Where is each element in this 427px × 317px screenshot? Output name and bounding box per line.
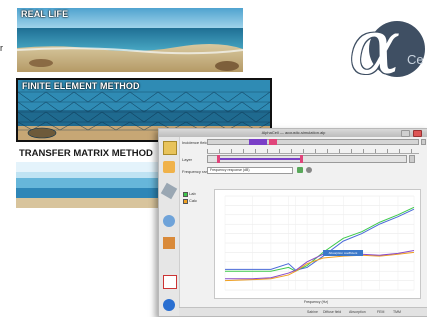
layer-marker-right[interactable] xyxy=(300,155,303,163)
incidence-label: Incidence field xyxy=(182,140,208,145)
legend-label-calc: Calc xyxy=(189,198,198,203)
tmm-panel: TRANSFER MATRIX METHOD xyxy=(16,148,166,208)
layer-highlight[interactable] xyxy=(220,158,300,160)
incidence-dropdown-arrow[interactable] xyxy=(421,139,426,145)
calendar-icon[interactable] xyxy=(163,275,177,289)
window-titlebar[interactable]: AlphaCell — acoustic-simulation.alp xyxy=(159,129,427,137)
window-title: AlphaCell — acoustic-simulation.alp xyxy=(261,130,326,135)
absorption-chart[interactable]: Absorption coefficient xyxy=(214,189,421,299)
box-icon[interactable] xyxy=(163,237,175,249)
export-icon[interactable] xyxy=(297,167,303,173)
minimize-button[interactable] xyxy=(401,130,410,137)
layer-label: Layer xyxy=(182,157,193,162)
series-line-3 xyxy=(224,251,415,282)
layer-dropdown-arrow[interactable] xyxy=(409,155,415,163)
folder-icon[interactable] xyxy=(163,141,177,155)
layer-ruler xyxy=(207,149,419,154)
power-icon[interactable] xyxy=(163,299,175,311)
incidence-marker[interactable] xyxy=(269,139,277,145)
frequency-dropdown[interactable]: Frequency response (dB) xyxy=(207,167,293,174)
legend-check-calc[interactable] xyxy=(183,199,188,204)
real-life-title: REAL LIFE xyxy=(21,9,69,19)
absorption-chart-svg xyxy=(224,195,415,291)
real-life-panel: REAL LIFE xyxy=(17,8,243,72)
series-line-2 xyxy=(225,208,415,271)
app-window: AlphaCell — acoustic-simulation.alp Inci… xyxy=(158,128,427,317)
tmm-title: TRANSFER MATRIX METHOD xyxy=(19,148,153,159)
incidence-bar[interactable] xyxy=(207,139,419,145)
side-text-fragment: r xyxy=(0,43,3,53)
value-popup-label: Absorption coefficient xyxy=(328,251,358,255)
close-button[interactable] xyxy=(413,130,422,137)
x-axis-label: Frequency (Hz) xyxy=(304,300,329,304)
fem-title: FINITE ELEMENT METHOD xyxy=(22,81,140,91)
legend-label-lab: Lab xyxy=(189,191,196,196)
legend-check-lab[interactable] xyxy=(183,192,188,197)
brand-logo: α Ce xyxy=(347,2,425,91)
file-icon[interactable] xyxy=(163,161,175,173)
value-popup: Absorption coefficient xyxy=(323,250,363,256)
settings-icon[interactable] xyxy=(306,167,312,173)
frequency-dropdown-value: Frequency response (dB) xyxy=(210,168,250,172)
globe-icon[interactable] xyxy=(163,215,175,227)
logo-suffix: Ce xyxy=(407,52,424,67)
tool-sidebar xyxy=(159,137,180,316)
incidence-selection[interactable] xyxy=(249,139,267,145)
logo-glyph: α xyxy=(349,2,401,91)
wrench-icon[interactable] xyxy=(160,182,178,200)
